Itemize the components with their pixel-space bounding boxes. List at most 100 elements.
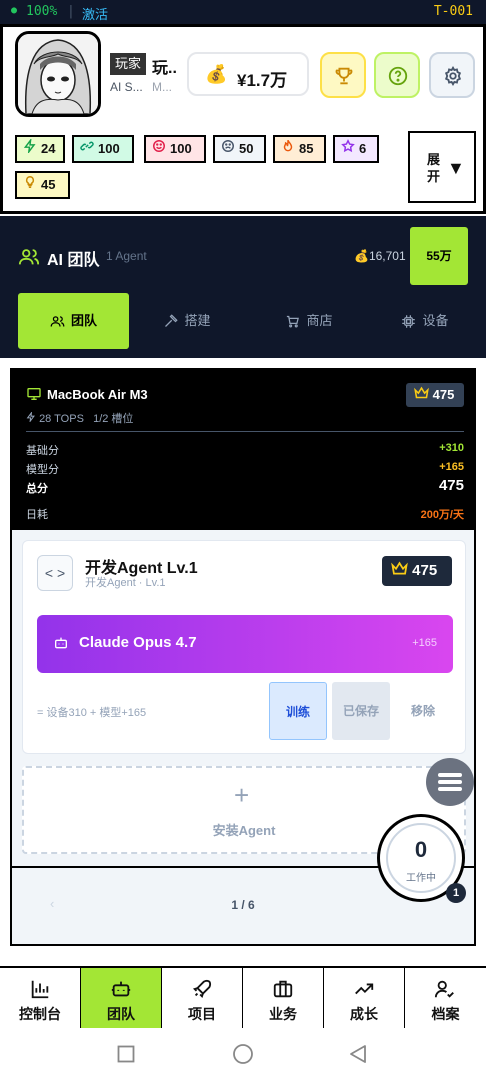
row-label: 基础分 <box>26 445 59 457</box>
nav-label: 档案 <box>431 1006 460 1022</box>
flame-icon <box>279 137 297 161</box>
nav-growth[interactable]: 成长 <box>324 968 405 1030</box>
tab-shop[interactable]: 商店 <box>262 293 356 349</box>
divider <box>26 431 464 432</box>
stat-connection: 100 <box>72 135 134 163</box>
tab-team[interactable]: 团队 <box>18 293 129 349</box>
train-button[interactable]: 训练 <box>269 682 327 740</box>
battery-text: 100% <box>26 4 58 19</box>
stat-value: 100 <box>170 141 192 156</box>
recents-icon[interactable] <box>117 1045 135 1063</box>
nav-business[interactable]: 业务 <box>243 968 324 1030</box>
status-bar: ● 100% | 激活 T-001 <box>0 0 486 24</box>
tab-label: 搭建 <box>184 313 211 328</box>
bar-chart-icon <box>31 980 49 999</box>
back-icon[interactable] <box>349 1044 367 1064</box>
money-value: ¥1.7万 <box>237 71 288 90</box>
monitor-icon <box>27 388 41 400</box>
chip-icon <box>402 315 416 328</box>
agent-card: < > 开发Agent Lv.1 开发Agent · Lv.1 475 Clau… <box>22 540 466 754</box>
home-icon[interactable] <box>232 1043 254 1065</box>
row-label: 总分 <box>26 483 48 495</box>
help-icon <box>388 66 408 86</box>
help-button[interactable] <box>374 52 420 98</box>
stat-value: 85 <box>299 141 314 156</box>
bolt-icon <box>26 410 35 424</box>
row-label: 模型分 <box>26 464 59 476</box>
nav-label: 项目 <box>188 1006 216 1022</box>
nav-label: 成长 <box>350 1006 378 1022</box>
trending-up-icon <box>355 983 374 995</box>
row-value: 475 <box>438 477 464 494</box>
row-value: 200万/天 <box>420 509 464 521</box>
rocket-icon <box>192 979 212 999</box>
device-tops: 28 TOPS <box>39 413 84 425</box>
saved-button[interactable]: 已保存 <box>332 682 390 740</box>
frown-icon <box>219 137 237 161</box>
activate-link[interactable]: 激活 <box>82 4 108 23</box>
status-separator: | <box>67 4 75 19</box>
tab-build[interactable]: 搭建 <box>140 293 234 349</box>
money-bag-icon: 💰 <box>205 64 228 84</box>
row-value: +165 <box>439 461 464 473</box>
team-subtitle: 1 Agent <box>106 249 147 263</box>
money-display[interactable]: 💰 ¥1.7万 <box>187 52 309 96</box>
nav-label: 业务 <box>269 1006 297 1022</box>
terminal-code: T-001 <box>433 4 473 19</box>
nav-dashboard[interactable]: 控制台 <box>0 968 81 1030</box>
budget-button[interactable]: 55万 <box>410 227 468 285</box>
tab-devices[interactable]: 设备 <box>378 293 472 349</box>
device-summary: MacBook Air M3 28 TOPS 1/2 槽位 475 基础分 +3… <box>12 370 474 530</box>
device-specs: 28 TOPS 1/2 槽位 <box>26 410 133 426</box>
row-value: +310 <box>439 442 464 454</box>
page-indicator: 1 / 6 <box>231 898 255 912</box>
notification-badge: 1 <box>446 883 466 903</box>
chevron-down-icon: ▼ <box>447 158 465 178</box>
stat-passion: 85 <box>273 135 326 163</box>
working-label: 工作中 <box>406 873 436 884</box>
stat-value: 100 <box>98 141 120 156</box>
stat-energy: 24 <box>15 135 65 163</box>
gear-icon <box>444 65 462 87</box>
stat-value: 50 <box>239 141 254 156</box>
trophy-button[interactable] <box>320 52 366 98</box>
bot-icon <box>111 981 131 997</box>
crown-icon <box>414 386 429 399</box>
menu-icon-bar <box>438 787 462 791</box>
hammer-icon <box>165 314 179 328</box>
nav-team[interactable]: 团队 <box>81 968 162 1030</box>
model-selector[interactable]: Claude Opus 4.7 +165 <box>37 615 453 673</box>
expand-button[interactable]: 展开 ▼ <box>408 131 476 203</box>
star-icon <box>339 137 357 161</box>
crown-icon <box>391 561 408 575</box>
nav-label: 团队 <box>107 1006 135 1022</box>
link-icon <box>78 137 96 161</box>
device-score-badge: 475 <box>406 383 464 407</box>
tab-label: 团队 <box>70 313 97 328</box>
stat-stress: 50 <box>213 135 266 163</box>
menu-icon-bar <box>438 773 462 777</box>
avatar[interactable] <box>15 31 101 117</box>
working-count: 0 <box>414 837 428 862</box>
briefcase-icon <box>273 980 293 998</box>
nav-projects[interactable]: 项目 <box>162 968 243 1030</box>
player-tag: 玩家 <box>110 53 147 75</box>
agent-subtitle: 开发Agent · Lv.1 <box>85 577 166 589</box>
menu-fab[interactable] <box>426 758 474 806</box>
plus-icon: + <box>234 780 250 810</box>
settings-button[interactable] <box>429 52 475 98</box>
remove-button[interactable]: 移除 <box>394 682 452 740</box>
smile-icon <box>150 137 168 161</box>
stat-row-model: 模型分 +165 <box>26 461 464 477</box>
agent-score: 475 <box>412 562 438 579</box>
bot-icon <box>55 637 67 649</box>
bolt-icon <box>21 137 39 161</box>
stat-row-total: 总分 475 <box>26 477 464 496</box>
stat-happiness: 100 <box>144 135 206 163</box>
nav-profile[interactable]: 档案 <box>405 968 486 1030</box>
tab-label: 商店 <box>306 313 333 328</box>
code-icon: < > <box>37 555 73 591</box>
device-score: 475 <box>432 387 455 402</box>
system-nav-bar <box>0 1028 486 1080</box>
row-label: 日耗 <box>26 509 48 521</box>
